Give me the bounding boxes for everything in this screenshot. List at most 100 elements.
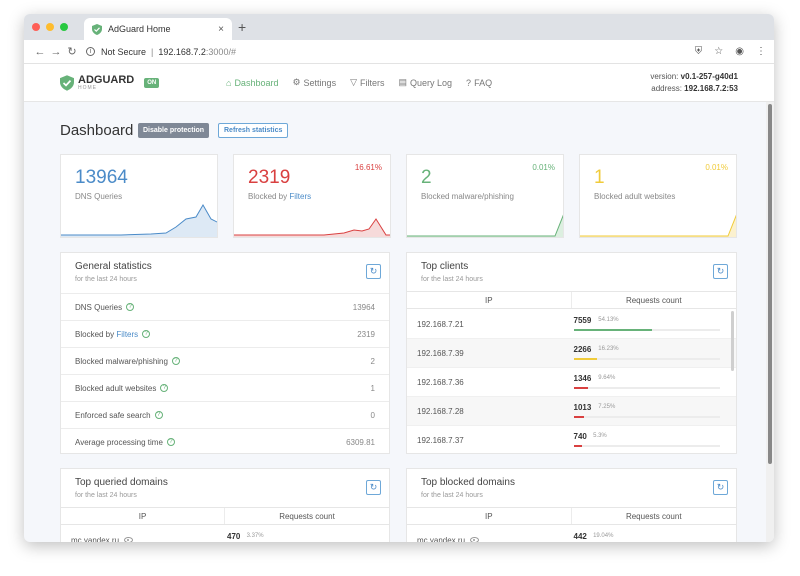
address-bar: ← → ↻ i Not Secure | 192.168.7.2:3000/# … [24,40,774,64]
request-count: 1346 [573,374,592,383]
question-icon: ? [466,77,472,88]
eye-icon[interactable] [470,537,480,542]
version-info: version: v0.1-257-g40d1 address: 192.168… [650,72,738,93]
url-field[interactable]: i Not Secure | 192.168.7.2:3000/# [86,47,236,57]
document-icon: ▤ [398,77,408,87]
progress-track [573,387,720,389]
request-percent: 3.37% [246,533,264,539]
table-row: 192.168.7.39 2266 16.23% [407,339,736,368]
requests-cell: 7559 54.13% [572,310,737,338]
url-separator: | [151,46,154,57]
version-value: v0.1-257-g40d1 [680,72,738,81]
refresh-statistics-button[interactable]: Refresh statistics [218,123,289,138]
help-icon[interactable]: ? [142,330,151,338]
home-icon: ⌂ [226,77,232,88]
stat-percent: 16.61% [354,163,382,172]
stat-card-adult: 0.01% 1 Blocked adult websites [579,154,737,238]
bookmark-star-icon[interactable]: ☆ [714,46,723,57]
help-icon[interactable]: ? [166,438,175,446]
minimize-window-button[interactable] [46,23,54,31]
table-row: 192.168.7.21 7559 54.13% [407,310,736,339]
table-scrollbar[interactable] [731,311,734,371]
gear-icon: ⚙ [292,77,301,87]
forward-arrow-icon[interactable]: → [48,46,64,58]
dns-queries-sparkline [61,204,217,237]
url-host: 192.168.7.2 [158,46,206,57]
table-header: IP Requests count [407,507,736,525]
disable-protection-button[interactable]: Disable protection [138,123,210,138]
adguard-logo-icon [60,75,74,91]
reload-icon[interactable]: ↻ [64,45,80,58]
refresh-icon[interactable]: ↻ [713,264,728,279]
profile-icon[interactable]: ◉ [735,46,744,57]
close-window-button[interactable] [32,23,40,31]
request-percent: 7.25% [598,404,616,410]
stat-card-dns-queries: 13964 DNS Queries [60,154,218,238]
stat-percent: 0.01% [532,163,555,172]
page-scrollbar[interactable] [766,102,774,542]
refresh-icon[interactable]: ↻ [366,480,381,495]
dashboard-content: Dashboard Disable protection Refresh sta… [24,102,766,542]
brand-name: ADGUARD [78,73,135,86]
extension-icon[interactable]: ⛨ [695,46,703,57]
request-count: 2266 [573,345,592,354]
request-percent: 16.23% [598,346,619,352]
help-icon[interactable]: ? [154,411,163,419]
progress-fill [573,387,589,389]
table-header: IP Requests count [407,291,736,309]
stat-value: 2319 [248,167,291,188]
domain-name: mc.yandex.ru [61,536,225,542]
browser-tab[interactable]: AdGuard Home × [84,18,232,40]
help-icon[interactable]: ? [171,357,180,365]
client-ip: 192.168.7.37 [417,435,464,445]
request-percent: 19.04% [593,533,614,539]
adult-sparkline [580,214,736,237]
nav-faq[interactable]: ? FAQ [466,77,492,88]
progress-track [573,358,720,360]
logo[interactable]: ADGUARD HOME ON [60,73,160,91]
browser-actions: ⛨ ☆ ◉ ⋮ [695,46,766,57]
stat-row: Average processing time? 6309.81 [61,428,389,453]
stat-row: Enforced safe search? 0 [61,401,389,428]
stat-value: 2 [421,167,432,188]
panel-subtitle: for the last 24 hours [75,492,137,499]
table-row: 192.168.7.37 740 5.3% [407,426,736,453]
security-label: Not Secure [101,46,147,57]
nav-settings[interactable]: ⚙ Settings [292,77,336,88]
filters-link[interactable]: Filters [116,330,138,339]
refresh-icon[interactable]: ↻ [366,264,381,279]
maximize-window-button[interactable] [60,23,68,31]
browser-window: AdGuard Home × + ← → ↻ i Not Secure | 19… [24,14,774,542]
refresh-icon[interactable]: ↻ [713,480,728,495]
stat-row: Blocked malware/phishing? 2 [61,347,389,374]
tab-title: AdGuard Home [108,24,171,34]
nav-dashboard[interactable]: ⌂ Dashboard [226,77,278,88]
top-clients-panel: Top clients for the last 24 hours ↻ IP Re… [406,252,737,454]
stat-row: Blocked by Filters? 2319 [61,320,389,347]
top-queried-domains-panel: Top queried domains for the last 24 hour… [60,468,390,542]
client-ip: 192.168.7.39 [417,348,464,358]
scrollbar-thumb[interactable] [768,104,772,464]
table-row: 192.168.7.36 1346 9.64% [407,368,736,397]
nav-query-log[interactable]: ▤ Query Log [399,77,453,88]
eye-icon[interactable] [124,537,134,542]
nav-filters[interactable]: ▽ Filters [350,77,384,88]
stat-row: Blocked adult websites? 1 [61,374,389,401]
requests-cell: 1013 7.25% [572,397,737,425]
tab-close-icon[interactable]: × [218,24,224,35]
menu-dots-icon[interactable]: ⋮ [756,46,766,57]
new-tab-button[interactable]: + [238,19,246,35]
request-percent: 54.13% [598,317,619,323]
requests-cell: 470 3.37% [225,526,389,542]
client-ip: 192.168.7.28 [417,406,464,416]
stat-value: 1 [594,167,605,188]
info-icon[interactable]: i [86,47,95,56]
stat-percent: 0.01% [705,163,728,172]
panel-subtitle: for the last 24 hours [421,492,483,499]
address-value: 192.168.7.2:53 [684,84,738,93]
help-icon[interactable]: ? [160,384,169,392]
help-icon[interactable]: ? [126,303,135,311]
client-ip: 192.168.7.36 [417,377,464,387]
table-row: mc.yandex.ru 470 3.37% [61,526,389,542]
back-arrow-icon[interactable]: ← [32,46,48,58]
